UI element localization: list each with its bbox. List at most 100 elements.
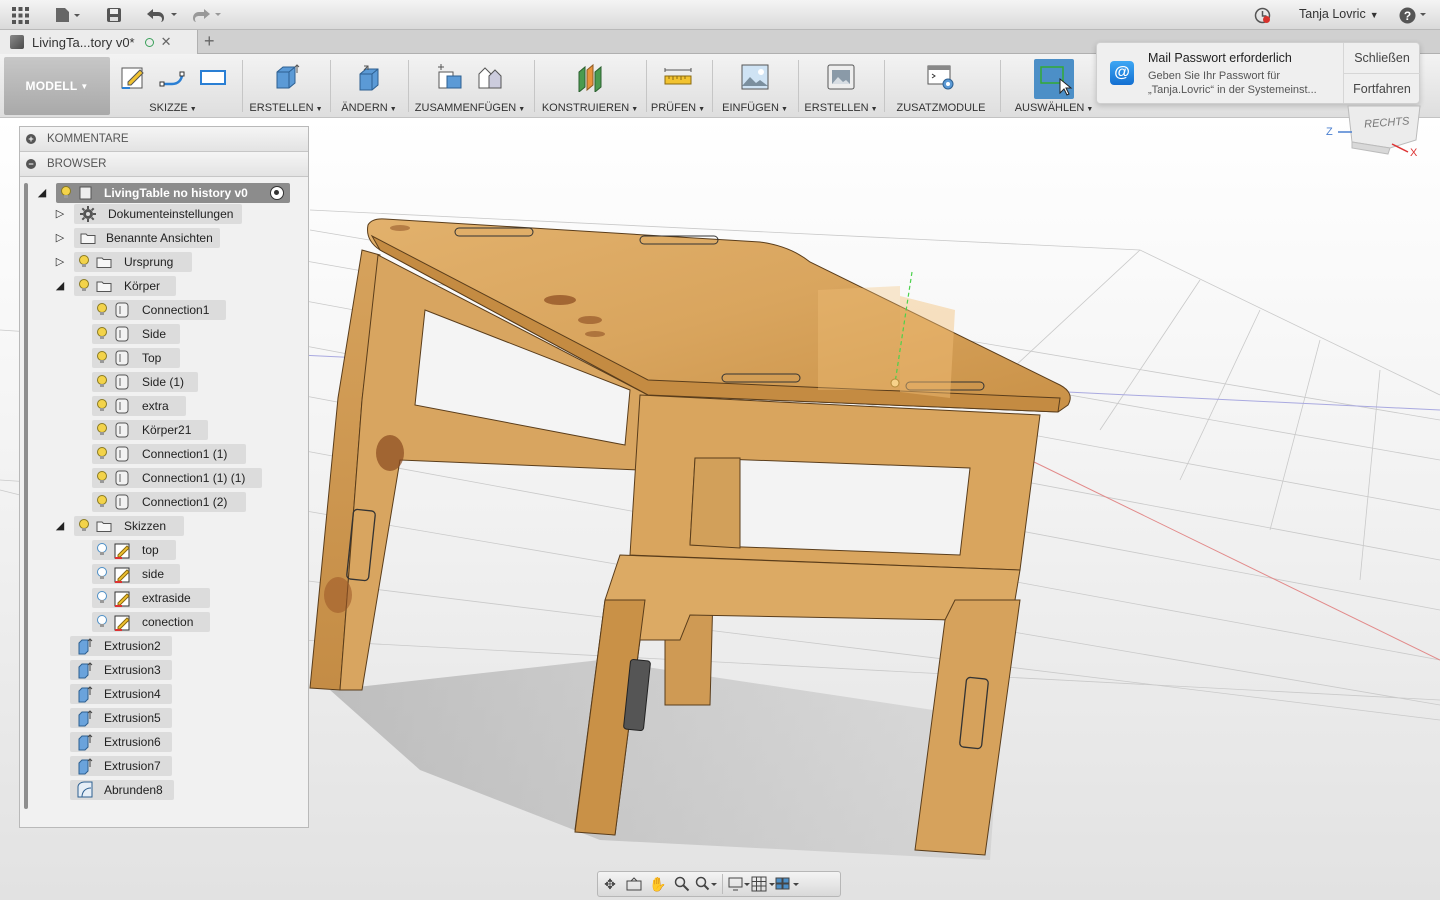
visibility-bulb-icon[interactable] — [78, 279, 90, 293]
visibility-bulb-icon[interactable] — [96, 471, 108, 485]
visibility-bulb-icon[interactable] — [78, 519, 90, 533]
tree-item-feature[interactable]: Extrusion7 — [0, 756, 300, 776]
render-icon[interactable] — [826, 62, 856, 92]
apps-grid-icon[interactable] — [12, 5, 29, 25]
offset-plane-icon[interactable] — [575, 62, 605, 92]
fit-icon[interactable] — [694, 874, 718, 894]
origin-point[interactable] — [890, 378, 900, 388]
create-group[interactable]: ERSTELLEN ▼ — [248, 54, 324, 118]
tree-item-sketches[interactable]: ◢ Skizzen — [0, 516, 300, 536]
tree-item-sketch[interactable]: top — [0, 540, 300, 560]
create-sketch-icon[interactable] — [118, 62, 148, 92]
addins-group[interactable]: ZUSATZMODULE — [890, 54, 992, 118]
viewports-icon[interactable] — [775, 874, 799, 894]
tree-item-feature[interactable]: Extrusion5 — [0, 708, 300, 728]
visibility-bulb-icon[interactable] — [96, 423, 108, 437]
tree-root-row[interactable]: ◢ LivingTable no history v0 — [20, 183, 308, 203]
line-icon[interactable] — [158, 62, 188, 92]
tree-item-feature[interactable]: Extrusion3 — [0, 660, 300, 680]
tree-item-feature[interactable]: Abrunden8 — [0, 780, 300, 800]
visibility-bulb-icon[interactable] — [96, 567, 108, 581]
display-settings-icon[interactable] — [727, 874, 751, 894]
visibility-bulb-icon[interactable] — [96, 399, 108, 413]
visibility-bulb-icon[interactable] — [96, 615, 108, 629]
tree-item-bodies[interactable]: ◢ Körper — [0, 276, 300, 296]
view-cube[interactable]: RECHTS Z X — [1322, 104, 1422, 162]
file-menu-icon[interactable] — [55, 5, 81, 25]
collapse-icon[interactable]: ◢ — [54, 280, 66, 292]
expand-icon[interactable]: ▷ — [54, 208, 66, 220]
select-tool-icon[interactable] — [1034, 59, 1074, 99]
visibility-bulb-icon[interactable] — [96, 303, 108, 317]
new-component-icon[interactable] — [435, 62, 465, 92]
close-tab-icon[interactable]: ✕ — [161, 34, 172, 50]
visibility-bulb-icon[interactable] — [96, 351, 108, 365]
user-menu[interactable]: Tanja Lovric ▼ — [1299, 7, 1379, 21]
modify-group[interactable]: ÄNDERN ▼ — [336, 54, 402, 118]
tree-item-body[interactable]: Connection1 — [0, 300, 300, 320]
visibility-bulb-icon[interactable] — [96, 327, 108, 341]
inspect-group[interactable]: PRÜFEN ▼ — [650, 54, 706, 118]
tree-item-feature[interactable]: Extrusion2 — [0, 636, 300, 656]
zoom-icon[interactable] — [670, 874, 694, 894]
redo-icon[interactable] — [190, 5, 224, 25]
make-group[interactable]: ERSTELLEN ▼ — [804, 54, 878, 118]
save-icon[interactable] — [106, 5, 122, 25]
visibility-bulb-icon[interactable] — [96, 543, 108, 557]
scripts-addins-icon[interactable] — [926, 62, 956, 92]
help-icon[interactable]: ? — [1399, 5, 1429, 25]
pan-icon[interactable]: ✋ — [646, 874, 670, 894]
construct-group[interactable]: KONSTRUIEREN ▼ — [540, 54, 640, 118]
expand-icon[interactable]: ▷ — [54, 256, 66, 268]
press-pull-icon[interactable] — [354, 62, 384, 92]
new-tab-button[interactable]: + — [204, 31, 215, 52]
visibility-bulb-icon[interactable] — [96, 447, 108, 461]
undo-icon[interactable] — [145, 5, 179, 25]
browser-header[interactable]: − BROWSER — [20, 152, 308, 177]
collapse-icon[interactable]: ◢ — [36, 187, 48, 199]
document-tab[interactable]: LivingTa...tory v0* ✕ — [0, 30, 198, 54]
collapse-icon[interactable]: ◢ — [54, 520, 66, 532]
visibility-bulb-icon[interactable] — [78, 255, 90, 269]
tree-item-body[interactable]: Connection1 (2) — [0, 492, 300, 512]
close-notification-button[interactable]: Schließen — [1344, 43, 1420, 73]
job-status-icon[interactable] — [1254, 5, 1271, 25]
comments-header[interactable]: + KOMMENTARE — [20, 127, 308, 152]
tree-item-body[interactable]: Körper21 — [0, 420, 300, 440]
workspace-switcher[interactable]: MODELL ▼ — [4, 57, 110, 115]
insert-image-icon[interactable] — [740, 62, 770, 92]
tree-item-origin[interactable]: ▷ Ursprung — [0, 252, 300, 272]
tree-item-body[interactable]: Connection1 (1) — [0, 444, 300, 464]
look-at-icon[interactable] — [622, 874, 646, 894]
rectangle-icon[interactable] — [198, 62, 228, 92]
visibility-bulb-icon[interactable] — [96, 495, 108, 509]
activate-radio-icon[interactable] — [270, 186, 284, 200]
extrude-icon[interactable] — [271, 62, 301, 92]
insert-group[interactable]: EINFÜGEN ▼ — [718, 54, 792, 118]
tree-item-body[interactable]: Top — [0, 348, 300, 368]
tree-item-body[interactable]: Side — [0, 324, 300, 344]
tree-item-doc-settings[interactable]: ▷ Dokumenteinstellungen — [0, 204, 300, 224]
grid-settings-icon[interactable] — [751, 874, 775, 894]
select-group[interactable]: AUSWÄHLEN ▼ — [1006, 54, 1102, 118]
measure-icon[interactable] — [663, 62, 693, 92]
orbit-icon[interactable]: ✥ — [598, 874, 622, 894]
tree-item-sketch[interactable]: conection — [0, 612, 300, 632]
tree-item-sketch[interactable]: extraside — [0, 588, 300, 608]
tree-item-feature[interactable]: Extrusion6 — [0, 732, 300, 752]
continue-notification-button[interactable]: Fortfahren — [1344, 73, 1420, 103]
tree-item-label: Extrusion2 — [104, 639, 161, 653]
visibility-bulb-icon[interactable] — [96, 375, 108, 389]
tree-item-body[interactable]: Side (1) — [0, 372, 300, 392]
expand-icon[interactable]: ▷ — [54, 232, 66, 244]
sketch-group[interactable]: SKIZZE ▼ — [116, 54, 230, 118]
tree-item-sketch[interactable]: side — [0, 564, 300, 584]
assemble-group[interactable]: ZUSAMMENFÜGEN ▼ — [412, 54, 528, 118]
visibility-bulb-icon[interactable] — [96, 591, 108, 605]
joint-icon[interactable] — [475, 62, 505, 92]
tree-item-body[interactable]: Connection1 (1) (1) — [0, 468, 300, 488]
tree-item-feature[interactable]: Extrusion4 — [0, 684, 300, 704]
tree-item-named-views[interactable]: ▷ Benannte Ansichten — [0, 228, 300, 248]
visibility-bulb-icon[interactable] — [60, 186, 72, 200]
tree-item-body[interactable]: extra — [0, 396, 300, 416]
